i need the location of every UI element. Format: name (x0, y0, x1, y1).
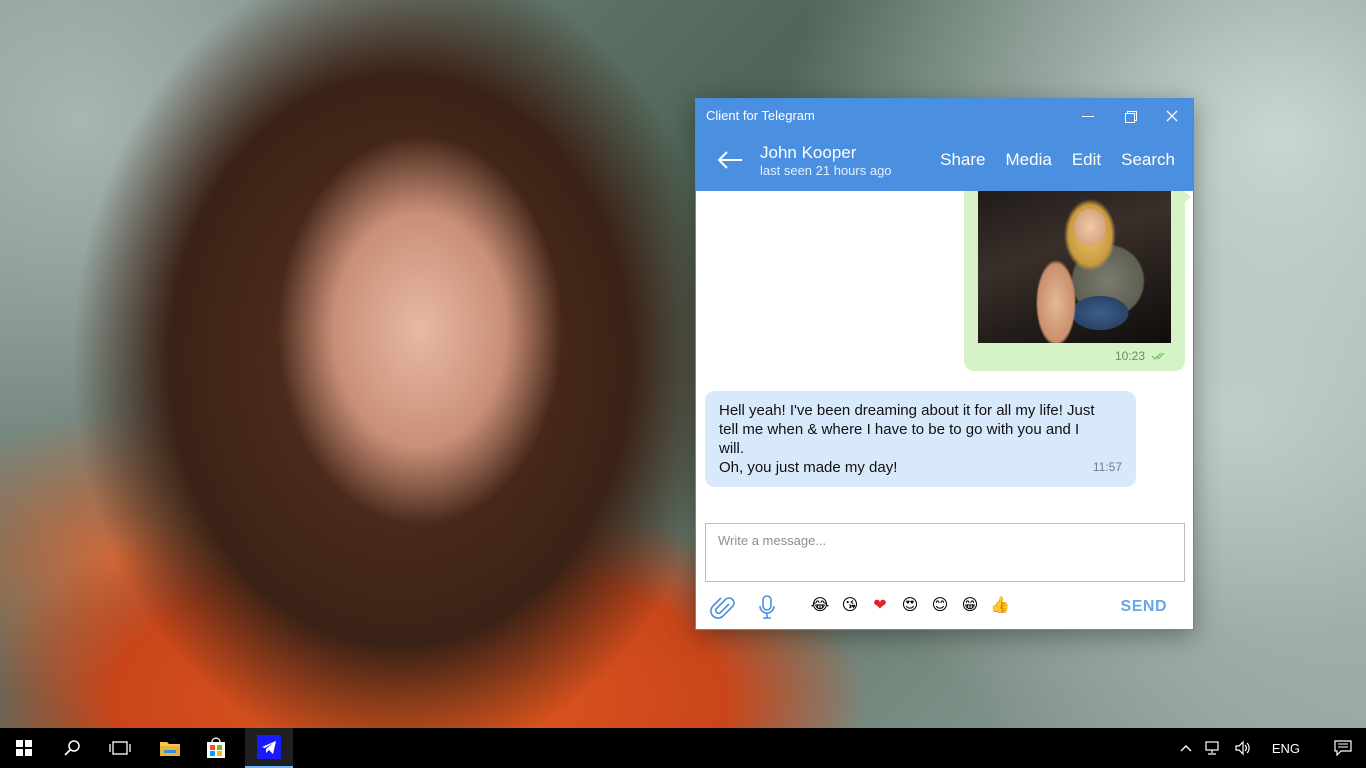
back-arrow-icon (717, 151, 742, 169)
minimize-button[interactable] (1067, 99, 1109, 133)
message-photo[interactable] (978, 191, 1171, 343)
contact-name[interactable]: John Kooper (760, 143, 856, 163)
composer-toolbar: 😂 😘 ❤ 😍 😊 😁 👍 SEND (696, 589, 1193, 625)
double-check-icon (1151, 352, 1165, 360)
message-time: 10:23 (1114, 349, 1145, 363)
microphone-icon (759, 595, 775, 619)
emoji-heart-eyes[interactable]: 😍 (900, 595, 920, 615)
header-actions: Share Media Edit Search (930, 150, 1185, 170)
minimize-icon (1082, 115, 1094, 117)
input-language[interactable]: ENG (1258, 728, 1320, 768)
volume-button[interactable] (1228, 728, 1258, 768)
voice-button[interactable] (752, 593, 782, 621)
windows-logo-icon (16, 740, 32, 756)
chevron-up-icon (1180, 745, 1192, 752)
folder-icon (160, 742, 180, 756)
emoji-grin[interactable]: 😁 (960, 595, 980, 615)
message-text-line: Oh, you just made my day! (719, 459, 898, 476)
message-text-line: tell me when & where I have to be to go … (719, 421, 1080, 438)
emoji-quick-bar: 😂 😘 ❤ 😍 😊 😁 👍 (810, 595, 1010, 615)
share-button[interactable]: Share (930, 150, 995, 170)
edit-button[interactable]: Edit (1062, 150, 1111, 170)
action-center-button[interactable] (1320, 728, 1366, 768)
search-button[interactable]: Search (1111, 150, 1185, 170)
restore-button[interactable] (1109, 99, 1151, 133)
network-button[interactable] (1198, 728, 1228, 768)
emoji-joy[interactable]: 😂 (810, 595, 830, 615)
message-meta: 10:23 (1115, 349, 1169, 363)
search-button[interactable] (48, 728, 96, 768)
system-tray: ENG (1174, 728, 1366, 768)
emoji-kiss[interactable]: 😘 (840, 595, 860, 615)
telegram-taskbar-button[interactable] (245, 728, 293, 768)
outgoing-photo-message[interactable]: 10:23 (964, 191, 1191, 371)
contact-status: last seen 21 hours ago (760, 163, 892, 178)
store-button[interactable] (192, 728, 240, 768)
emoji-heart[interactable]: ❤ (870, 595, 890, 615)
search-icon (64, 740, 80, 756)
file-explorer-button[interactable] (146, 728, 194, 768)
chat-header: John Kooper last seen 21 hours ago Share… (696, 133, 1193, 191)
media-button[interactable]: Media (996, 150, 1062, 170)
window-title: Client for Telegram (706, 108, 815, 123)
message-list[interactable]: 10:23 Hell yeah! I've been dreaming abou… (696, 191, 1193, 519)
emoji-thumbs-up[interactable]: 👍 (990, 595, 1010, 615)
title-bar: Client for Telegram (696, 99, 1193, 133)
taskbar: ENG (0, 728, 1366, 768)
show-hidden-icons-button[interactable] (1174, 728, 1198, 768)
close-icon (1166, 110, 1178, 122)
store-icon (207, 737, 225, 758)
task-view-icon (109, 741, 131, 755)
message-text-line: Hell yeah! I've been dreaming about it f… (719, 402, 1095, 419)
network-icon (1205, 741, 1219, 755)
start-button[interactable] (0, 728, 48, 768)
incoming-message[interactable]: Hell yeah! I've been dreaming about it f… (705, 391, 1136, 487)
telegram-window: Client for Telegram John Kooper last see… (695, 98, 1194, 630)
speaker-icon (1235, 740, 1250, 756)
attach-button[interactable] (708, 593, 738, 621)
back-button[interactable] (714, 145, 746, 175)
message-composer[interactable] (705, 523, 1185, 582)
emoji-smile[interactable]: 😊 (930, 595, 950, 615)
message-input[interactable] (706, 524, 1184, 581)
message-time: 11:57 (1092, 460, 1122, 474)
telegram-icon (257, 735, 281, 759)
close-button[interactable] (1151, 99, 1193, 133)
message-text-line: will. (719, 440, 744, 457)
task-view-button[interactable] (96, 728, 144, 768)
restore-icon (1124, 110, 1137, 123)
send-button[interactable]: SEND (1121, 598, 1167, 616)
notification-icon (1334, 740, 1352, 756)
paperclip-icon (710, 597, 735, 619)
